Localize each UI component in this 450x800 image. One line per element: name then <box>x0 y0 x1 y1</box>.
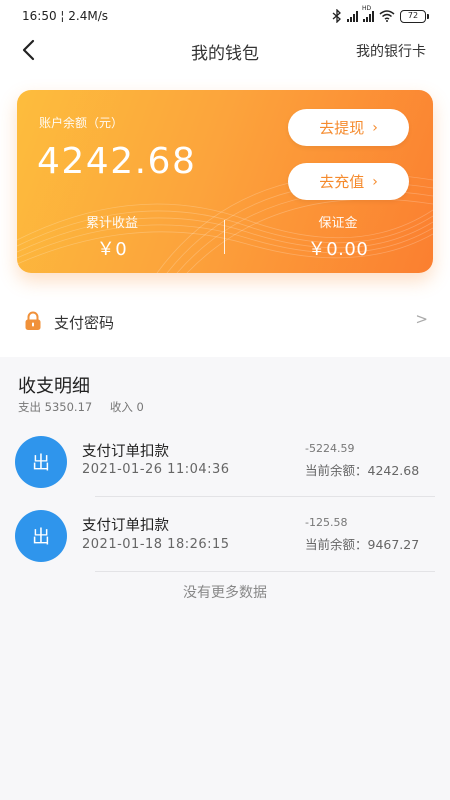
transactions-summary: 支出 5350.17 收入 0 <box>18 399 158 415</box>
transaction-balance: 当前余额：4242.68 <box>305 463 420 478</box>
deposit-value: ￥0.00 <box>307 239 369 260</box>
battery-icon: 72 <box>400 9 429 23</box>
transaction-title: 支付订单扣款 <box>82 518 169 534</box>
expense-badge-icon: 出 <box>15 510 67 562</box>
navigation-bar: 我的钱包 我的银行卡 <box>0 32 450 68</box>
list-divider <box>95 571 435 572</box>
list-divider <box>95 496 435 497</box>
status-bar-left: 16:50 ¦ 2.4M/s <box>22 9 108 23</box>
expense-badge-icon: 出 <box>15 436 67 488</box>
lock-icon <box>25 311 41 330</box>
card-divider <box>224 220 225 254</box>
transaction-item[interactable]: 出 支付订单扣款 2021-01-18 18:26:15 -125.58 当前余… <box>0 502 450 572</box>
status-bar: 16:50 ¦ 2.4M/s HD 72 <box>0 0 450 32</box>
deposit-label: 保证金 <box>318 216 358 231</box>
status-bar-right: HD 72 <box>332 5 429 25</box>
balance-label: 账户余额（元） <box>39 116 124 130</box>
expense-summary: 支出 5350.17 <box>18 400 93 414</box>
wallet-balance-card: 账户余额（元） 4242.68 去提现 › 去充值 › 累计收益 ￥0 保证金 … <box>17 90 433 273</box>
balance-value: 4242.68 <box>37 141 197 182</box>
hd-signal-icon: HD <box>362 5 374 22</box>
chevron-right-icon: > <box>415 310 428 328</box>
chevron-right-icon: › <box>372 173 378 190</box>
withdraw-button[interactable]: 去提现 › <box>288 109 409 146</box>
network-speed: 2.4M/s <box>68 9 109 23</box>
transaction-title: 支付订单扣款 <box>82 444 169 460</box>
income-summary: 收入 0 <box>109 400 144 414</box>
recharge-button[interactable]: 去充值 › <box>288 163 409 200</box>
deposit-stat: 保证金 ￥0.00 <box>243 212 433 261</box>
earnings-label: 累计收益 <box>85 216 138 231</box>
transaction-date: 2021-01-18 18:26:15 <box>82 537 230 552</box>
transaction-item[interactable]: 出 支付订单扣款 2021-01-26 11:04:36 -5224.59 当前… <box>0 427 450 497</box>
transaction-amount: -5224.59 <box>305 442 355 455</box>
my-bank-card-link[interactable]: 我的银行卡 <box>356 41 426 61</box>
payment-password-label: 支付密码 <box>54 314 115 332</box>
transaction-amount: -125.58 <box>305 516 348 529</box>
no-more-data-text: 没有更多数据 <box>183 585 267 601</box>
transaction-balance: 当前余额：9467.27 <box>305 537 420 552</box>
earnings-stat: 累计收益 ￥0 <box>17 212 207 261</box>
recharge-label: 去充值 <box>319 173 365 191</box>
status-time: 16:50 <box>22 9 57 23</box>
wifi-icon <box>379 10 395 22</box>
transactions-title: 收支明细 <box>18 376 90 397</box>
bluetooth-icon <box>332 9 341 23</box>
withdraw-label: 去提现 <box>319 119 365 137</box>
transaction-date: 2021-01-26 11:04:36 <box>82 462 230 477</box>
earnings-value: ￥0 <box>96 239 128 260</box>
chevron-right-icon: › <box>372 119 378 136</box>
signal-icon <box>347 10 358 22</box>
payment-password-row[interactable]: 支付密码 > <box>0 300 450 342</box>
